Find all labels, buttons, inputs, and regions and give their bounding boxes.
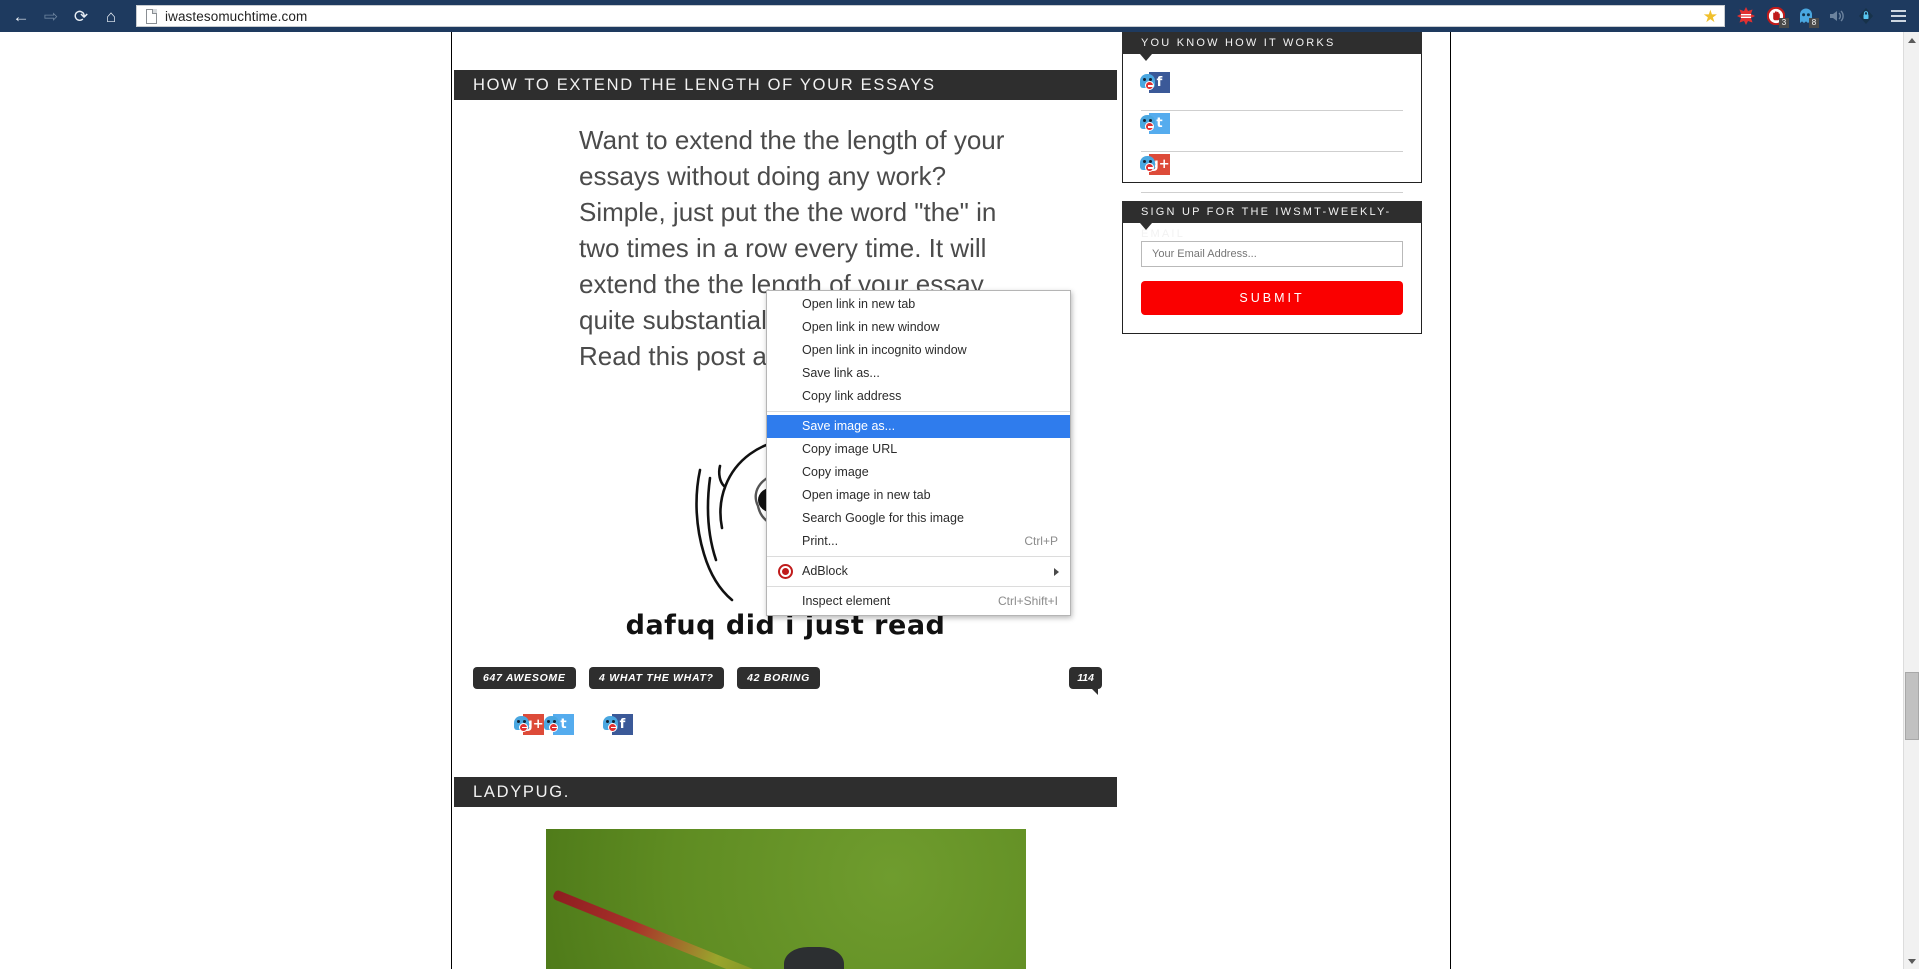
- adblock-extension-icon[interactable]: 3: [1761, 0, 1791, 32]
- hamburger-icon: [1890, 7, 1906, 25]
- email-signup-widget: SIGN UP FOR THE IWSMT-WEEKLY-EMAIL SUBMI…: [1122, 201, 1422, 334]
- menu-item-copy-image[interactable]: Copy image: [767, 461, 1070, 484]
- facebook-share-icon[interactable]: f: [603, 713, 633, 735]
- ghostery-badge-count: 8: [1809, 18, 1819, 28]
- menu-item-copy-image-url[interactable]: Copy image URL: [767, 438, 1070, 461]
- twitter-share-icon[interactable]: t: [544, 713, 574, 735]
- menu-item-adblock[interactable]: AdBlock: [767, 560, 1070, 583]
- scroll-up-arrow[interactable]: [1904, 32, 1919, 48]
- menu-item-open-link-new-tab[interactable]: Open link in new tab: [767, 293, 1070, 316]
- ghostery-extension-icon[interactable]: 8: [1791, 0, 1821, 32]
- follow-row-twitter[interactable]: t: [1140, 111, 1403, 152]
- plant-stem: [551, 889, 788, 969]
- sidebar: YOU KNOW HOW IT WORKS f t g+ SIGN UP FOR…: [1122, 32, 1422, 334]
- menu-item-open-link-incognito[interactable]: Open link in incognito window: [767, 339, 1070, 362]
- menu-item-inspect-element[interactable]: Inspect element Ctrl+Shift+I: [767, 590, 1070, 613]
- follow-row-googleplus[interactable]: g+: [1140, 152, 1403, 193]
- chrome-menu-button[interactable]: [1881, 0, 1915, 32]
- share-buttons-row: g+ t f: [454, 711, 1117, 737]
- reaction-awesome-button[interactable]: 647 AWESOME: [473, 667, 576, 689]
- lock-icon: [1859, 8, 1873, 24]
- bookmark-star-icon[interactable]: ★: [1703, 7, 1718, 27]
- reaction-buttons-row: 647 AWESOME 4 WHAT THE WHAT? 42 BORING 1…: [454, 667, 1117, 695]
- menu-item-print-shortcut: Ctrl+P: [1024, 534, 1058, 548]
- star-burst-icon: [1737, 7, 1755, 25]
- reaction-boring-button[interactable]: 42 BORING: [737, 667, 821, 689]
- omnibox[interactable]: iwastesomuchtime.com ★: [136, 5, 1725, 27]
- post-title-ladypug[interactable]: LADYPUG.: [454, 777, 1117, 807]
- twitter-follow-icon[interactable]: t: [1140, 113, 1170, 134]
- reload-icon[interactable]: ⟳: [66, 0, 96, 32]
- comment-count-badge[interactable]: 114: [1069, 667, 1102, 695]
- blocked-icon: [608, 722, 617, 732]
- menu-item-open-image-new-tab[interactable]: Open image in new tab: [767, 484, 1070, 507]
- lastpass-extension-icon[interactable]: [1851, 0, 1881, 32]
- forward-icon[interactable]: ⇨: [36, 0, 66, 32]
- submenu-arrow-icon: [1054, 568, 1059, 576]
- menu-item-save-link-as[interactable]: Save link as...: [767, 362, 1070, 385]
- follow-widget: YOU KNOW HOW IT WORKS f t g+: [1122, 32, 1422, 193]
- menu-item-print[interactable]: Print... Ctrl+P: [767, 530, 1070, 553]
- meme-text-line: Want to extend the the length of your: [579, 125, 1005, 155]
- email-widget-header: SIGN UP FOR THE IWSMT-WEEKLY-EMAIL: [1122, 201, 1422, 240]
- menu-item-inspect-label: Inspect element: [802, 594, 891, 608]
- googleplus-follow-icon[interactable]: g+: [1140, 154, 1170, 175]
- menu-item-print-label: Print...: [802, 534, 839, 548]
- scrollbar-thumb[interactable]: [1905, 672, 1919, 740]
- ladypug-photo[interactable]: [545, 829, 1026, 969]
- menu-separator: [767, 556, 1070, 557]
- menu-item-open-link-new-window[interactable]: Open link in new window: [767, 316, 1070, 339]
- facebook-follow-icon[interactable]: f: [1140, 72, 1170, 93]
- menu-item-copy-link-address[interactable]: Copy link address: [767, 385, 1070, 408]
- context-menu[interactable]: Open link in new tab Open link in new wi…: [766, 290, 1071, 616]
- speaker-icon: [1830, 10, 1844, 22]
- scroll-down-arrow[interactable]: [1904, 953, 1919, 969]
- adblock-icon: [778, 564, 793, 579]
- page-scrollbar[interactable]: [1903, 32, 1919, 969]
- meme-text-line: two times in a row every time. It will: [579, 233, 987, 263]
- follow-widget-header: YOU KNOW HOW IT WORKS: [1122, 32, 1422, 61]
- blocked-icon: [549, 722, 558, 732]
- meme-text-line: Simple, just put the the word "the" in: [579, 197, 997, 227]
- page-document-icon: [143, 8, 159, 24]
- menu-item-save-image-as[interactable]: Save image as...: [767, 415, 1070, 438]
- menu-separator: [767, 586, 1070, 587]
- blocked-icon: [1145, 81, 1154, 90]
- submit-button[interactable]: SUBMIT: [1141, 281, 1403, 315]
- back-icon[interactable]: ←: [6, 0, 36, 32]
- page-viewport: HOW TO EXTEND THE LENGTH OF YOUR ESSAYS …: [0, 32, 1919, 969]
- pug-head: [783, 947, 844, 969]
- home-icon[interactable]: ⌂: [96, 0, 126, 32]
- share-cluster-facebook: f: [603, 713, 633, 735]
- blocked-icon: [1145, 122, 1154, 131]
- follow-widget-body: f t g+: [1122, 54, 1422, 193]
- reaction-what-the-what-button[interactable]: 4 WHAT THE WHAT?: [589, 667, 724, 689]
- menu-item-inspect-shortcut: Ctrl+Shift+I: [997, 594, 1058, 608]
- menu-item-adblock-label: AdBlock: [802, 564, 848, 578]
- menu-separator: [767, 411, 1070, 412]
- omnibox-url-text[interactable]: iwastesomuchtime.com: [165, 9, 307, 24]
- browser-toolbar: ← ⇨ ⟳ ⌂ iwastesomuchtime.com ★ 3 8: [0, 0, 1919, 32]
- mute-tab-icon[interactable]: [1821, 0, 1851, 32]
- meme-text-line: essays without doing any work?: [579, 161, 947, 191]
- blocked-icon: [519, 722, 528, 732]
- googleplus-share-icon[interactable]: g+: [514, 713, 544, 735]
- follow-row-facebook[interactable]: f: [1140, 70, 1403, 111]
- menu-item-search-google-for-image[interactable]: Search Google for this image: [767, 507, 1070, 530]
- post-title-essays[interactable]: HOW TO EXTEND THE LENGTH OF YOUR ESSAYS: [454, 70, 1117, 100]
- blocked-icon: [1145, 163, 1154, 172]
- red-star-extension-icon[interactable]: [1731, 0, 1761, 32]
- adblock-badge-count: 3: [1779, 18, 1789, 28]
- share-cluster-gplus-twitter: g+ t: [514, 713, 574, 735]
